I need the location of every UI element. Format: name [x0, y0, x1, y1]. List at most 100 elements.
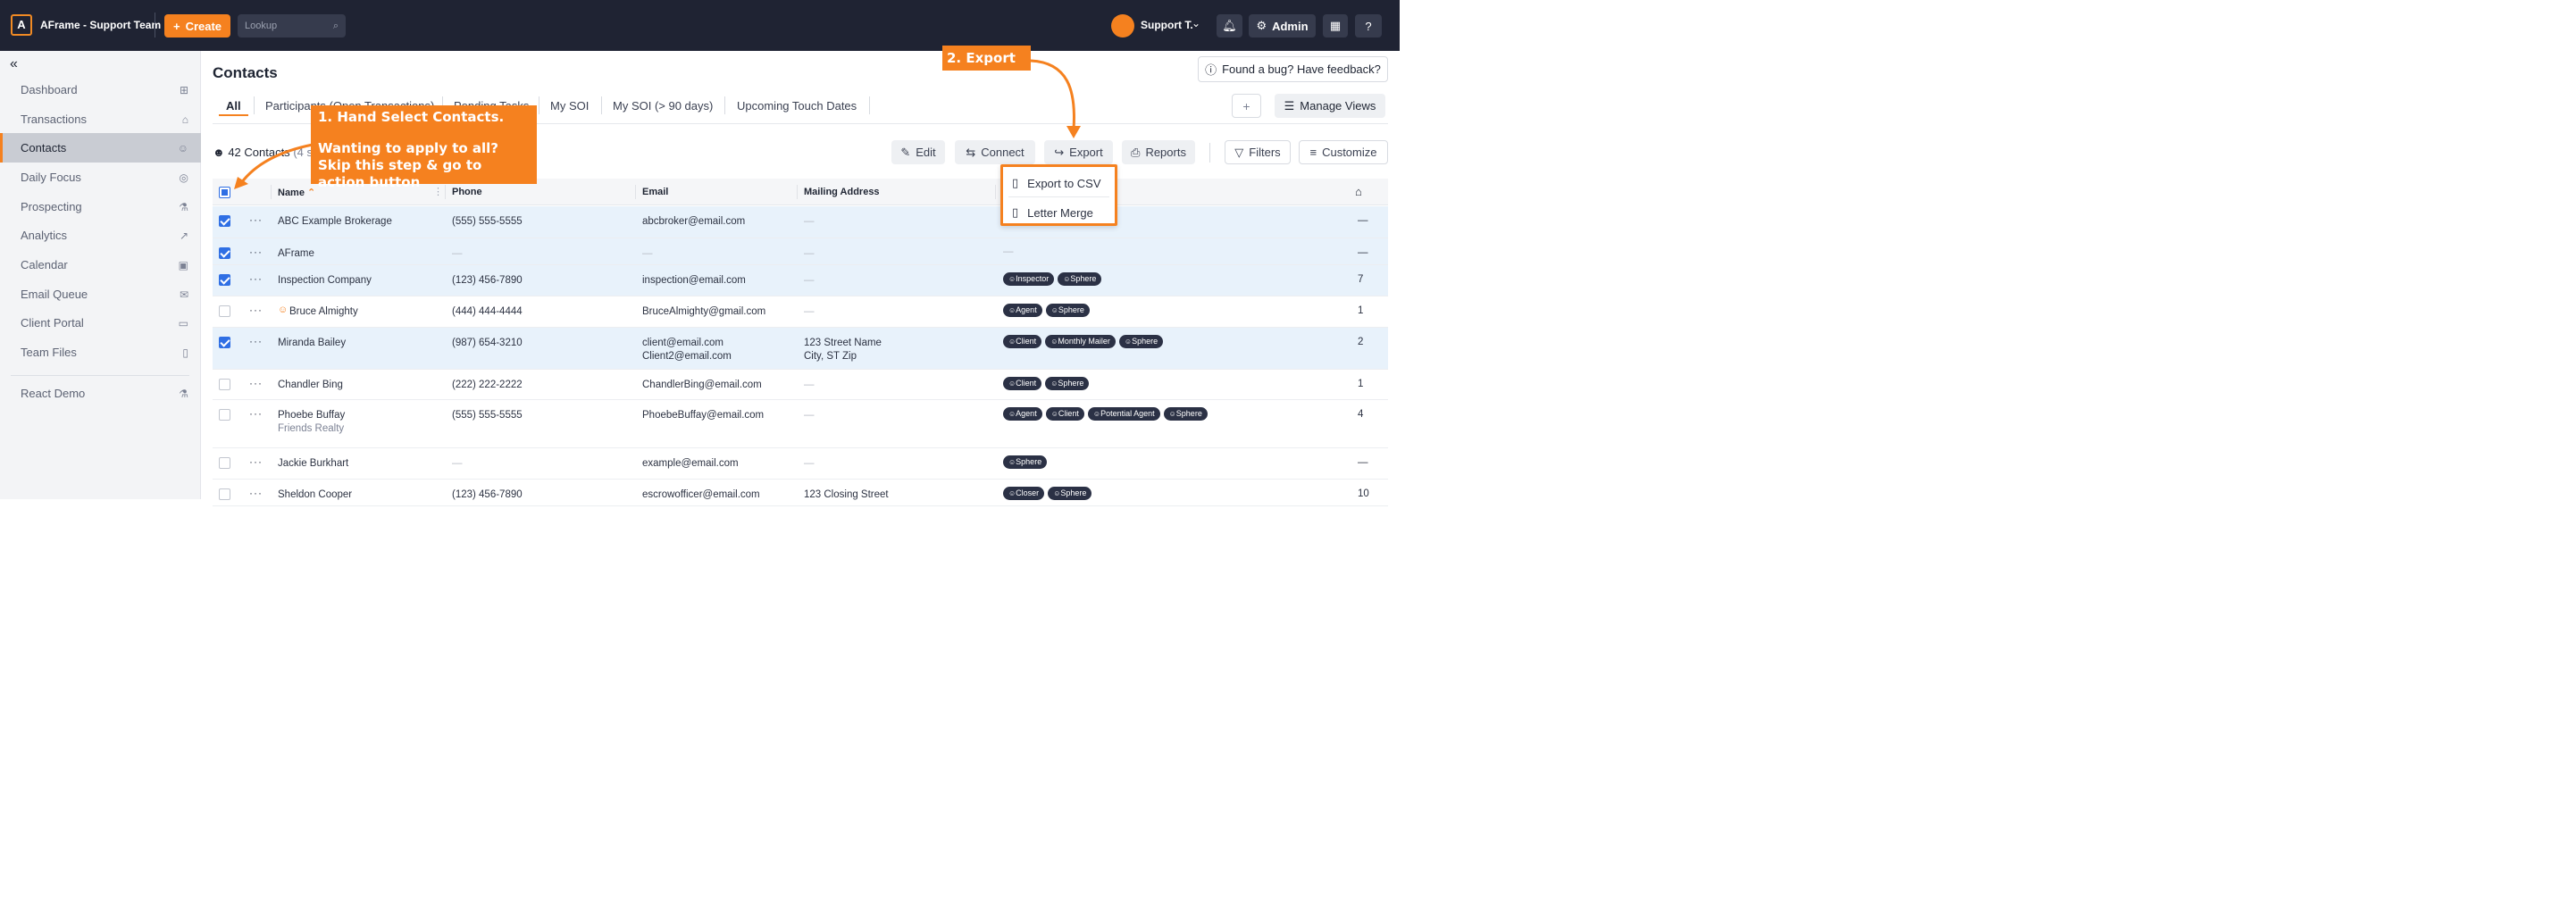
- select-all-checkbox[interactable]: [219, 187, 230, 198]
- contact-name[interactable]: Miranda Bailey: [278, 337, 346, 350]
- table-row[interactable]: ··· Phoebe Buffay Friends Realty (555) 555-…: [213, 400, 1388, 448]
- table-row[interactable]: ··· Jackie Burkhart — example@email.com — Sph…: [213, 448, 1388, 480]
- contact-email[interactable]: PhoebeBuffay@email.com: [642, 409, 764, 422]
- row-actions-menu-icon[interactable]: ···: [249, 487, 263, 499]
- contact-email[interactable]: ChandlerBing@email.com: [642, 379, 762, 392]
- contact-email[interactable]: inspection@email.com: [642, 274, 746, 288]
- app-logo[interactable]: A: [11, 14, 32, 36]
- gift-button[interactable]: ▦: [1323, 14, 1348, 38]
- contact-phone[interactable]: (123) 456-7890: [452, 488, 523, 502]
- tag-badge[interactable]: Sphere: [1045, 377, 1090, 390]
- contact-email-secondary[interactable]: Client2@email.com: [642, 350, 732, 363]
- tab-my-soi-90[interactable]: My SOI (> 90 days): [613, 99, 713, 113]
- collapse-sidebar-icon[interactable]: «: [10, 56, 18, 72]
- row-checkbox[interactable]: [219, 274, 230, 286]
- contact-name[interactable]: ABC Example Brokerage: [278, 215, 392, 229]
- sidebar-item-daily-focus[interactable]: Daily Focus ◎: [0, 163, 201, 192]
- contact-email[interactable]: —: [642, 247, 653, 261]
- column-header-name[interactable]: Name ⌃: [278, 187, 315, 198]
- tab-upcoming-touch-dates[interactable]: Upcoming Touch Dates: [737, 99, 857, 113]
- sidebar-item-prospecting[interactable]: Prospecting ⚗: [0, 192, 201, 221]
- reports-button[interactable]: ⎙ Reports: [1122, 140, 1195, 164]
- edit-button[interactable]: ✎ Edit: [891, 140, 945, 164]
- row-checkbox[interactable]: [219, 337, 230, 348]
- row-actions-menu-icon[interactable]: ···: [249, 407, 263, 420]
- feedback-button[interactable]: ⓘ Found a bug? Have feedback?: [1198, 56, 1388, 82]
- tag-badge[interactable]: Inspector: [1003, 272, 1055, 286]
- admin-button[interactable]: ⚙ Admin: [1249, 14, 1316, 38]
- tag-badge[interactable]: Client: [1003, 335, 1042, 348]
- table-row[interactable]: ··· AFrame — — — — —: [213, 238, 1388, 265]
- row-checkbox[interactable]: [219, 305, 230, 317]
- contact-phone[interactable]: (987) 654-3210: [452, 337, 523, 350]
- contact-phone[interactable]: —: [452, 247, 463, 261]
- tag-badge[interactable]: Client: [1003, 377, 1042, 390]
- customize-button[interactable]: ≡ Customize: [1299, 140, 1388, 164]
- sidebar-item-transactions[interactable]: Transactions ⌂: [0, 104, 201, 134]
- row-actions-menu-icon[interactable]: ···: [249, 272, 263, 285]
- row-checkbox[interactable]: [219, 457, 230, 469]
- contact-phone[interactable]: (555) 555-5555: [452, 215, 523, 229]
- row-checkbox[interactable]: [219, 409, 230, 421]
- contact-phone[interactable]: (123) 456-7890: [452, 274, 523, 288]
- sidebar-item-dashboard[interactable]: Dashboard ⊞: [0, 75, 201, 104]
- tag-badge[interactable]: Sphere: [1003, 455, 1048, 469]
- contact-name[interactable]: Bruce Almighty: [289, 305, 358, 319]
- row-checkbox[interactable]: [219, 379, 230, 390]
- tag-badge[interactable]: Closer: [1003, 487, 1045, 500]
- chevron-down-icon[interactable]: ⌄: [1192, 17, 1200, 29]
- contact-name[interactable]: AFrame: [278, 247, 314, 261]
- contact-name[interactable]: Jackie Burkhart: [278, 457, 348, 471]
- home-icon[interactable]: ⌂: [1355, 185, 1362, 198]
- help-button[interactable]: ?: [1355, 14, 1382, 38]
- table-row[interactable]: ··· Miranda Bailey (987) 654-3210 client@em…: [213, 328, 1388, 370]
- create-button[interactable]: + Create: [164, 14, 230, 38]
- sidebar-item-analytics[interactable]: Analytics ↗: [0, 221, 201, 250]
- contact-phone[interactable]: (555) 555-5555: [452, 409, 523, 422]
- workspace-title[interactable]: AFrame - Support Team: [40, 19, 161, 31]
- sidebar-item-email-queue[interactable]: Email Queue ✉: [0, 280, 201, 309]
- tag-badge[interactable]: Sphere: [1048, 487, 1092, 500]
- contact-email[interactable]: example@email.com: [642, 457, 739, 471]
- contact-phone[interactable]: (222) 222-2222: [452, 379, 523, 392]
- tag-badge[interactable]: Monthly Mailer: [1045, 335, 1116, 348]
- contact-email[interactable]: escrowofficer@email.com: [642, 488, 760, 502]
- contact-email[interactable]: client@email.com: [642, 337, 723, 350]
- sidebar-item-client-portal[interactable]: Client Portal ▭: [0, 308, 201, 338]
- tag-badge[interactable]: Potential Agent: [1087, 407, 1160, 421]
- contact-name[interactable]: Phoebe Buffay: [278, 409, 345, 422]
- row-checkbox[interactable]: [219, 247, 230, 259]
- lookup-search-input[interactable]: Lookup ⌕: [238, 14, 346, 38]
- table-row[interactable]: ··· Sheldon Cooper (123) 456-7890 escrowoff…: [213, 480, 1388, 506]
- contact-phone[interactable]: —: [452, 457, 463, 471]
- contact-email[interactable]: abcbroker@email.com: [642, 215, 745, 229]
- row-actions-menu-icon[interactable]: ···: [249, 335, 263, 347]
- row-checkbox[interactable]: [219, 488, 230, 500]
- row-checkbox[interactable]: [219, 215, 230, 227]
- avatar[interactable]: [1111, 14, 1134, 38]
- column-header-mailing-address[interactable]: Mailing Address: [804, 187, 880, 197]
- table-row[interactable]: ··· Inspection Company (123) 456-7890 inspe…: [213, 265, 1388, 296]
- connect-button[interactable]: ⇆ Connect: [955, 140, 1035, 164]
- contact-name[interactable]: Inspection Company: [278, 274, 372, 288]
- table-row[interactable]: ··· ABC Example Brokerage (555) 555-5555 ab…: [213, 206, 1388, 238]
- export-to-csv-item[interactable]: ▯ Export to CSV: [1003, 170, 1115, 196]
- contact-name[interactable]: Sheldon Cooper: [278, 488, 352, 502]
- row-actions-menu-icon[interactable]: ···: [249, 377, 263, 389]
- tag-badge[interactable]: Client: [1045, 407, 1084, 421]
- export-button[interactable]: ↪ Export: [1044, 140, 1113, 164]
- notifications-button[interactable]: 🔔︎: [1217, 14, 1242, 38]
- row-actions-menu-icon[interactable]: ···: [249, 455, 263, 468]
- column-header-email[interactable]: Email: [642, 187, 668, 197]
- filters-button[interactable]: ▽ Filters: [1225, 140, 1291, 164]
- add-view-button[interactable]: +: [1232, 94, 1261, 118]
- sidebar-item-team-files[interactable]: Team Files ▯: [0, 338, 201, 367]
- tag-badge[interactable]: Sphere: [1045, 304, 1090, 317]
- contact-name[interactable]: Chandler Bing: [278, 379, 343, 392]
- contact-phone[interactable]: (444) 444-4444: [452, 305, 523, 319]
- tag-badge[interactable]: Sphere: [1118, 335, 1164, 348]
- sidebar-item-react-demo[interactable]: React Demo ⚗: [0, 379, 201, 408]
- tag-badge[interactable]: Agent: [1003, 407, 1042, 421]
- sidebar-item-calendar[interactable]: Calendar ▣: [0, 250, 201, 280]
- tag-badge[interactable]: Sphere: [1163, 407, 1208, 421]
